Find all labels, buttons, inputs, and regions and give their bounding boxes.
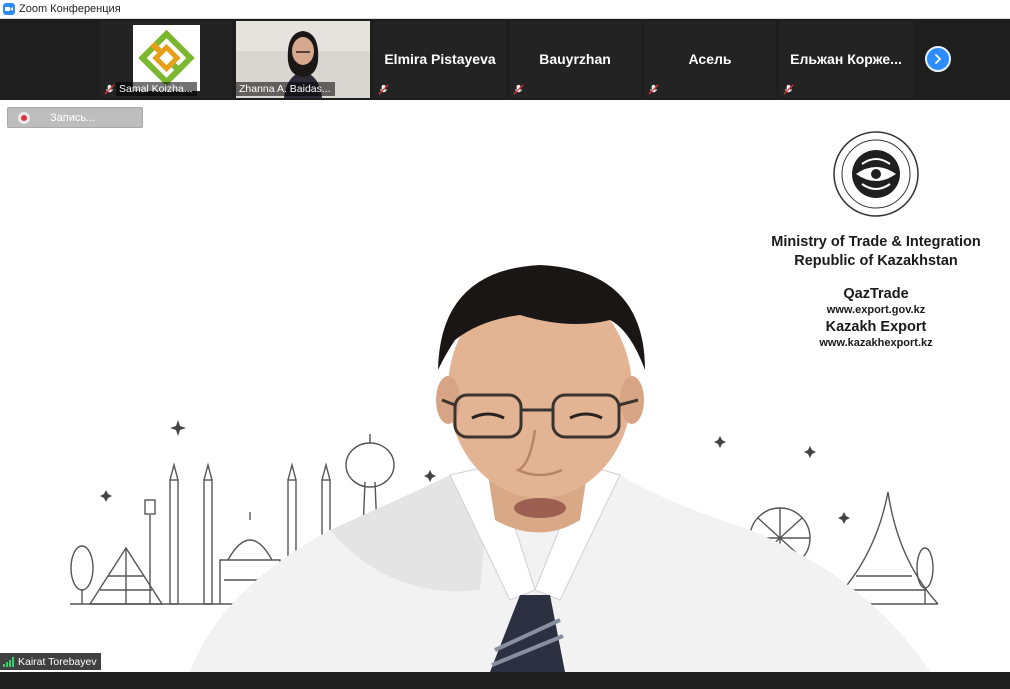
microphone-muted-icon: [648, 84, 659, 95]
brand-qaztrade: QazTrade: [843, 286, 909, 302]
microphone-muted-icon: [783, 84, 794, 95]
participant-strip: Samal Koizha... Zhanna A. Baidas... Elmi…: [0, 19, 1010, 100]
microphone-muted-icon: [513, 84, 524, 95]
participant-name: Elmira Pistayeva: [384, 51, 496, 67]
speaker-name: Kairat Torebayev: [18, 655, 97, 668]
participant-name: Асель: [688, 51, 732, 67]
url-export: www.export.gov.kz: [826, 304, 926, 316]
ministry-info: Ministry of Trade & Integration Republic…: [756, 130, 996, 351]
participant-tile[interactable]: Zhanna A. Baidas...: [236, 21, 370, 98]
participant-name: Samal Koizha...: [116, 82, 197, 96]
chevron-right-icon: [935, 54, 941, 64]
ministry-seal-icon: [833, 131, 919, 217]
ministry-name: Ministry of Trade & Integration: [771, 234, 981, 250]
record-icon: [18, 111, 30, 124]
participant-name: Bauyrzhan: [539, 51, 611, 67]
ministry-country: Republic of Kazakhstan: [794, 253, 958, 269]
participant-tile[interactable]: Elmira Pistayeva: [374, 21, 506, 98]
url-kazakhexport: www.kazakhexport.kz: [819, 337, 933, 349]
window-title: Zoom Конференция: [19, 3, 121, 15]
bottom-bar: [0, 672, 1010, 689]
next-participants-button[interactable]: [925, 46, 951, 72]
recording-indicator[interactable]: Запись...: [7, 107, 143, 128]
participant-name: Zhanna A. Baidas...: [236, 82, 335, 96]
brand-kazakh-export: Kazakh Export: [825, 319, 927, 335]
microphone-muted-icon: [378, 84, 389, 95]
microphone-muted-icon: [104, 84, 115, 95]
recording-label: Запись...: [50, 111, 96, 124]
zoom-logo-icon: [3, 3, 15, 15]
active-speaker-label: Kairat Torebayev: [0, 653, 101, 670]
title-bar: Zoom Конференция: [0, 0, 1010, 19]
signal-strength-icon: [3, 656, 15, 667]
participant-tile[interactable]: Samal Koizha...: [100, 21, 232, 98]
participant-tile[interactable]: Асель: [644, 21, 776, 98]
participant-name: Ельжан Корже...: [790, 51, 902, 67]
participant-tile[interactable]: Ельжан Корже...: [779, 21, 913, 98]
participant-tile[interactable]: Bauyrzhan: [509, 21, 641, 98]
main-video: Запись... Ministry of Trade & Integratio…: [0, 100, 1010, 672]
